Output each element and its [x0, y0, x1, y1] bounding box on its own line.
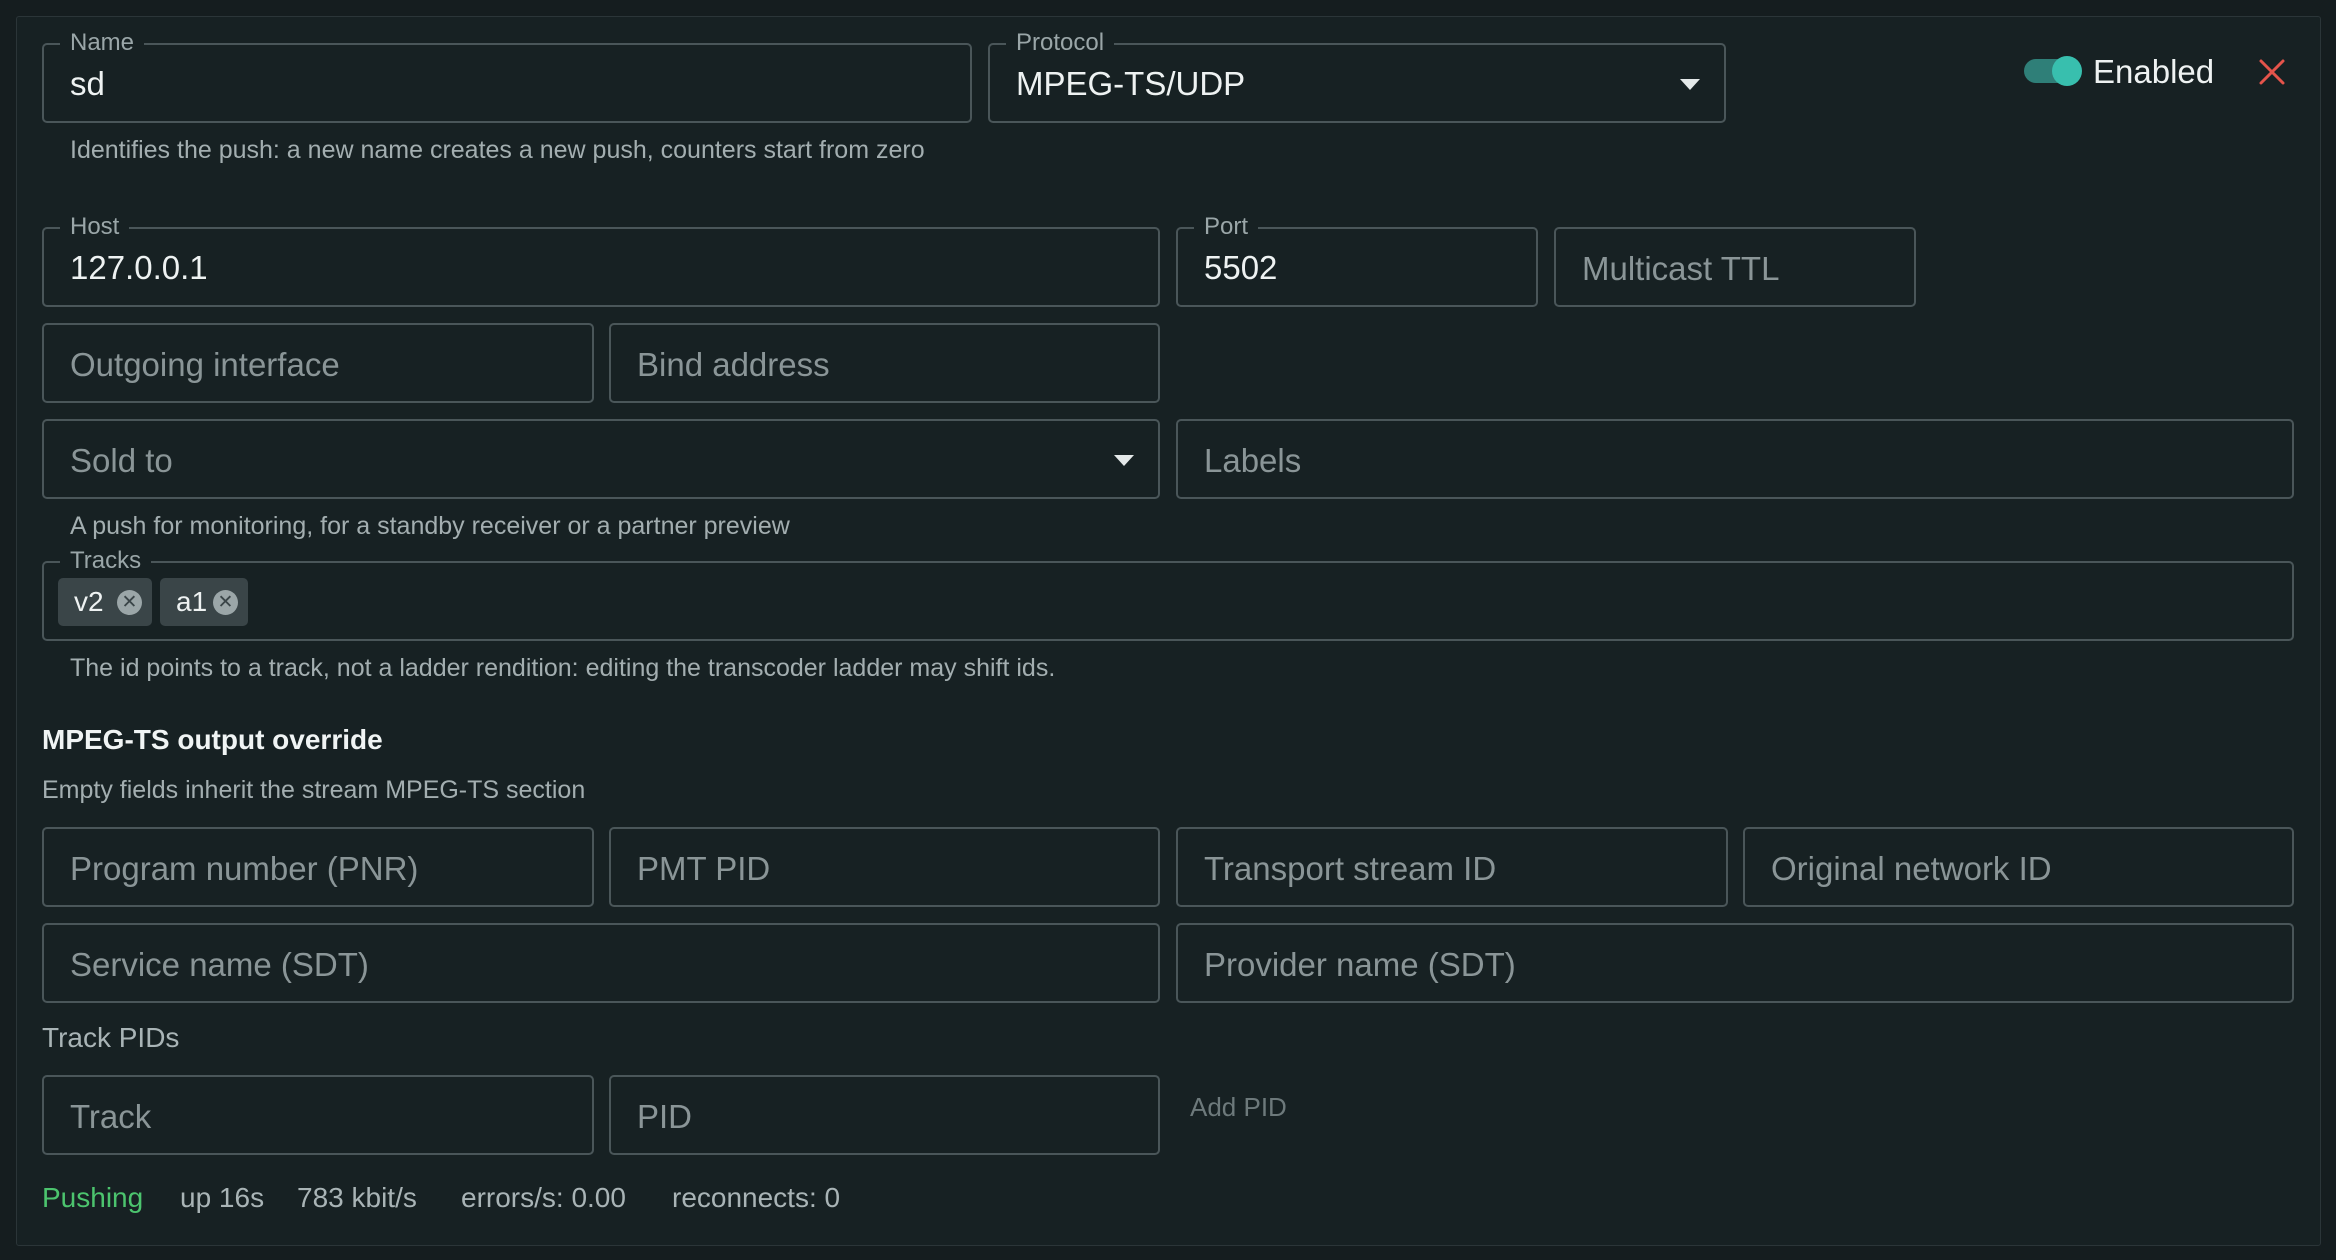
port-label: Port	[1194, 214, 1259, 240]
outgoing-interface-placeholder: Outgoing interface	[70, 346, 340, 383]
chevron-down-icon	[1114, 455, 1134, 466]
protocol-label: Protocol	[1006, 30, 1115, 56]
pmt-pid-placeholder: PMT PID	[637, 850, 771, 887]
track-field[interactable]: Track	[42, 1075, 594, 1155]
sold-to-select[interactable]: Sold to	[42, 419, 1160, 499]
transport-stream-id-field[interactable]: Transport stream ID	[1176, 827, 1728, 907]
status-bitrate: 783 kbit/s	[297, 1182, 417, 1213]
program-number-field[interactable]: Program number (PNR)	[42, 827, 594, 907]
bind-address-placeholder: Bind address	[637, 346, 830, 383]
provider-name-placeholder: Provider name (SDT)	[1204, 946, 1516, 983]
protocol-select[interactable]: Protocol MPEG-TS/UDP	[988, 30, 1726, 123]
bind-address-field[interactable]: Bind address	[609, 323, 1160, 403]
chevron-down-icon	[1680, 79, 1700, 90]
pid-placeholder: PID	[637, 1098, 693, 1135]
pmt-pid-field[interactable]: PMT PID	[609, 827, 1160, 907]
program-number-placeholder: Program number (PNR)	[70, 850, 419, 887]
status-errors: errors/s: 0.00	[461, 1182, 626, 1213]
track-chip[interactable]: v2 ✕	[58, 578, 152, 626]
tracks-label: Tracks	[60, 548, 152, 574]
host-field[interactable]: Host 127.0.0.1	[42, 214, 1160, 307]
host-value: 127.0.0.1	[70, 249, 208, 286]
close-icon[interactable]	[2258, 58, 2286, 86]
labels-field[interactable]: Labels	[1176, 419, 2294, 499]
name-label: Name	[60, 30, 145, 56]
track-placeholder: Track	[70, 1098, 152, 1135]
port-value: 5502	[1204, 249, 1278, 286]
status-uptime: up 16s	[180, 1182, 265, 1213]
status-state: Pushing	[42, 1182, 144, 1213]
transport-stream-id-placeholder: Transport stream ID	[1204, 850, 1497, 887]
original-network-id-field[interactable]: Original network ID	[1743, 827, 2294, 907]
outgoing-interface-field[interactable]: Outgoing interface	[42, 323, 594, 403]
sold-to-placeholder: Sold to	[70, 442, 173, 479]
mpegts-section-subtitle: Empty fields inherit the stream MPEG-TS …	[42, 776, 586, 804]
remove-chip-icon[interactable]: ✕	[117, 590, 142, 615]
service-name-placeholder: Service name (SDT)	[70, 946, 369, 983]
track-pids-label: Track PIDs	[42, 1022, 180, 1053]
port-field[interactable]: Port 5502	[1176, 214, 1538, 307]
remove-chip-icon[interactable]: ✕	[213, 590, 238, 615]
tracks-field[interactable]: Tracks	[42, 548, 2294, 641]
service-name-field[interactable]: Service name (SDT)	[42, 923, 1160, 1003]
mpegts-section-title: MPEG-TS output override	[42, 724, 383, 755]
name-value: sd	[70, 65, 105, 102]
provider-name-field[interactable]: Provider name (SDT)	[1176, 923, 2294, 1003]
status-reconnects: reconnects: 0	[672, 1182, 841, 1213]
sold-to-helper: A push for monitoring, for a standby rec…	[70, 512, 790, 540]
multicast-ttl-field[interactable]: Multicast TTL	[1554, 227, 1916, 307]
track-chip[interactable]: a1 ✕	[160, 578, 248, 626]
name-field[interactable]: Name sd	[42, 30, 972, 123]
labels-placeholder: Labels	[1204, 442, 1302, 479]
toggle-knob	[2052, 56, 2082, 86]
multicast-ttl-placeholder: Multicast TTL	[1582, 250, 1780, 287]
pid-field[interactable]: PID	[609, 1075, 1160, 1155]
track-chip-label: v2	[74, 586, 104, 617]
add-pid-button[interactable]: Add PID	[1190, 1092, 1287, 1123]
host-label: Host	[60, 214, 130, 240]
protocol-value: MPEG-TS/UDP	[1016, 65, 1246, 102]
enabled-label: Enabled	[2093, 53, 2215, 90]
name-helper: Identifies the push: a new name creates …	[70, 136, 925, 164]
track-chip-label: a1	[176, 586, 208, 617]
original-network-id-placeholder: Original network ID	[1771, 850, 2052, 887]
tracks-helper: The id points to a track, not a ladder r…	[70, 654, 1056, 682]
